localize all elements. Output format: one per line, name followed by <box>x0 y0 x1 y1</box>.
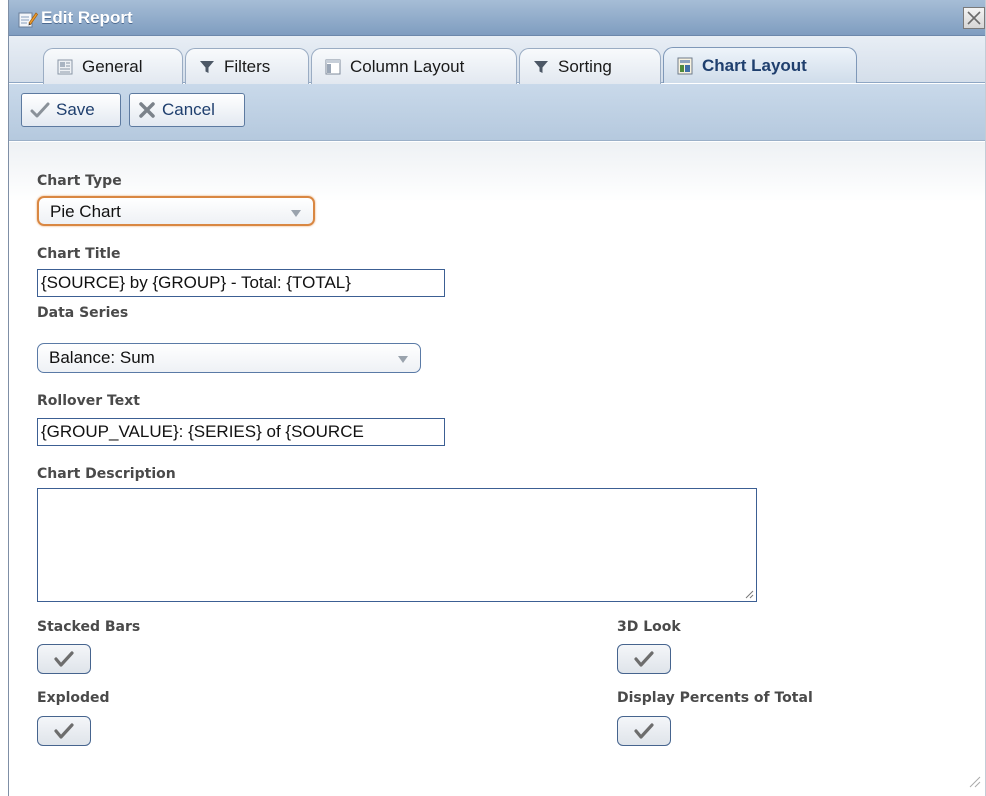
filter-icon <box>532 58 550 76</box>
rollover-text-label: Rollover Text <box>37 393 140 409</box>
chart-type-value: Pie Chart <box>50 202 121 221</box>
chevron-down-icon <box>291 210 301 217</box>
exploded-label: Exploded <box>37 690 110 706</box>
chart-layout-form: Chart Type Pie Chart Chart Title {SOURCE… <box>9 142 985 792</box>
chart-type-select[interactable]: Pie Chart <box>37 196 315 226</box>
tab-chart-layout[interactable]: Chart Layout <box>663 47 857 83</box>
checkmark-icon <box>634 723 654 739</box>
tab-column-layout[interactable]: Column Layout <box>311 48 517 84</box>
stacked-bars-label: Stacked Bars <box>37 619 141 635</box>
general-icon <box>56 58 74 76</box>
rollover-text-input[interactable]: {GROUP_VALUE}: {SERIES} of {SOURCE <box>37 418 445 446</box>
save-button[interactable]: Save <box>21 93 121 127</box>
toolbar: Save Cancel <box>9 84 985 141</box>
close-icon <box>967 11 981 25</box>
tab-filters-label: Filters <box>224 56 271 76</box>
display-percents-label: Display Percents of Total <box>617 690 813 706</box>
cancel-button[interactable]: Cancel <box>129 93 245 127</box>
tab-filters[interactable]: Filters <box>185 48 309 84</box>
tab-column-layout-label: Column Layout <box>350 56 465 76</box>
chart-description-label: Chart Description <box>37 466 176 482</box>
checkmark-icon <box>54 723 74 739</box>
data-series-label: Data Series <box>37 305 129 321</box>
tab-sorting[interactable]: Sorting <box>519 48 661 84</box>
column-layout-icon <box>324 58 342 76</box>
three-d-look-checkbox[interactable] <box>617 644 671 674</box>
exploded-checkbox[interactable] <box>37 716 91 746</box>
stacked-bars-checkbox[interactable] <box>37 644 91 674</box>
tab-chart-layout-label: Chart Layout <box>702 55 807 75</box>
tab-strip: General Filters Column Layout Sorting Ch… <box>9 36 985 84</box>
tab-general-label: General <box>82 56 143 76</box>
checkmark-icon <box>30 102 50 118</box>
chart-title-label: Chart Title <box>37 246 121 262</box>
close-button[interactable] <box>963 7 985 29</box>
window-resize-icon[interactable] <box>967 774 981 788</box>
chart-title-input[interactable]: {SOURCE} by {GROUP} - Total: {TOTAL} <box>37 269 445 297</box>
data-series-select[interactable]: Balance: Sum <box>37 343 421 373</box>
three-d-look-label: 3D Look <box>617 619 681 635</box>
checkmark-icon <box>634 651 654 667</box>
cancel-x-icon <box>139 102 155 118</box>
title-bar[interactable]: Edit Report <box>9 0 985 36</box>
cancel-label: Cancel <box>162 100 215 119</box>
chart-layout-icon <box>676 57 694 75</box>
display-percents-checkbox[interactable] <box>617 716 671 746</box>
checkmark-icon <box>54 651 74 667</box>
edit-report-dialog: Edit Report General Filters Column Layou… <box>8 0 986 796</box>
filter-icon <box>198 58 216 76</box>
chevron-down-icon <box>398 356 408 363</box>
dialog-title: Edit Report <box>41 8 133 27</box>
edit-report-icon <box>18 10 39 28</box>
tab-sorting-label: Sorting <box>558 56 612 76</box>
data-series-value: Balance: Sum <box>49 348 155 367</box>
tab-general[interactable]: General <box>43 48 183 84</box>
chart-description-textarea[interactable] <box>37 488 757 602</box>
chart-type-label: Chart Type <box>37 173 122 189</box>
save-label: Save <box>56 100 95 119</box>
resize-grip-icon[interactable] <box>744 589 754 599</box>
